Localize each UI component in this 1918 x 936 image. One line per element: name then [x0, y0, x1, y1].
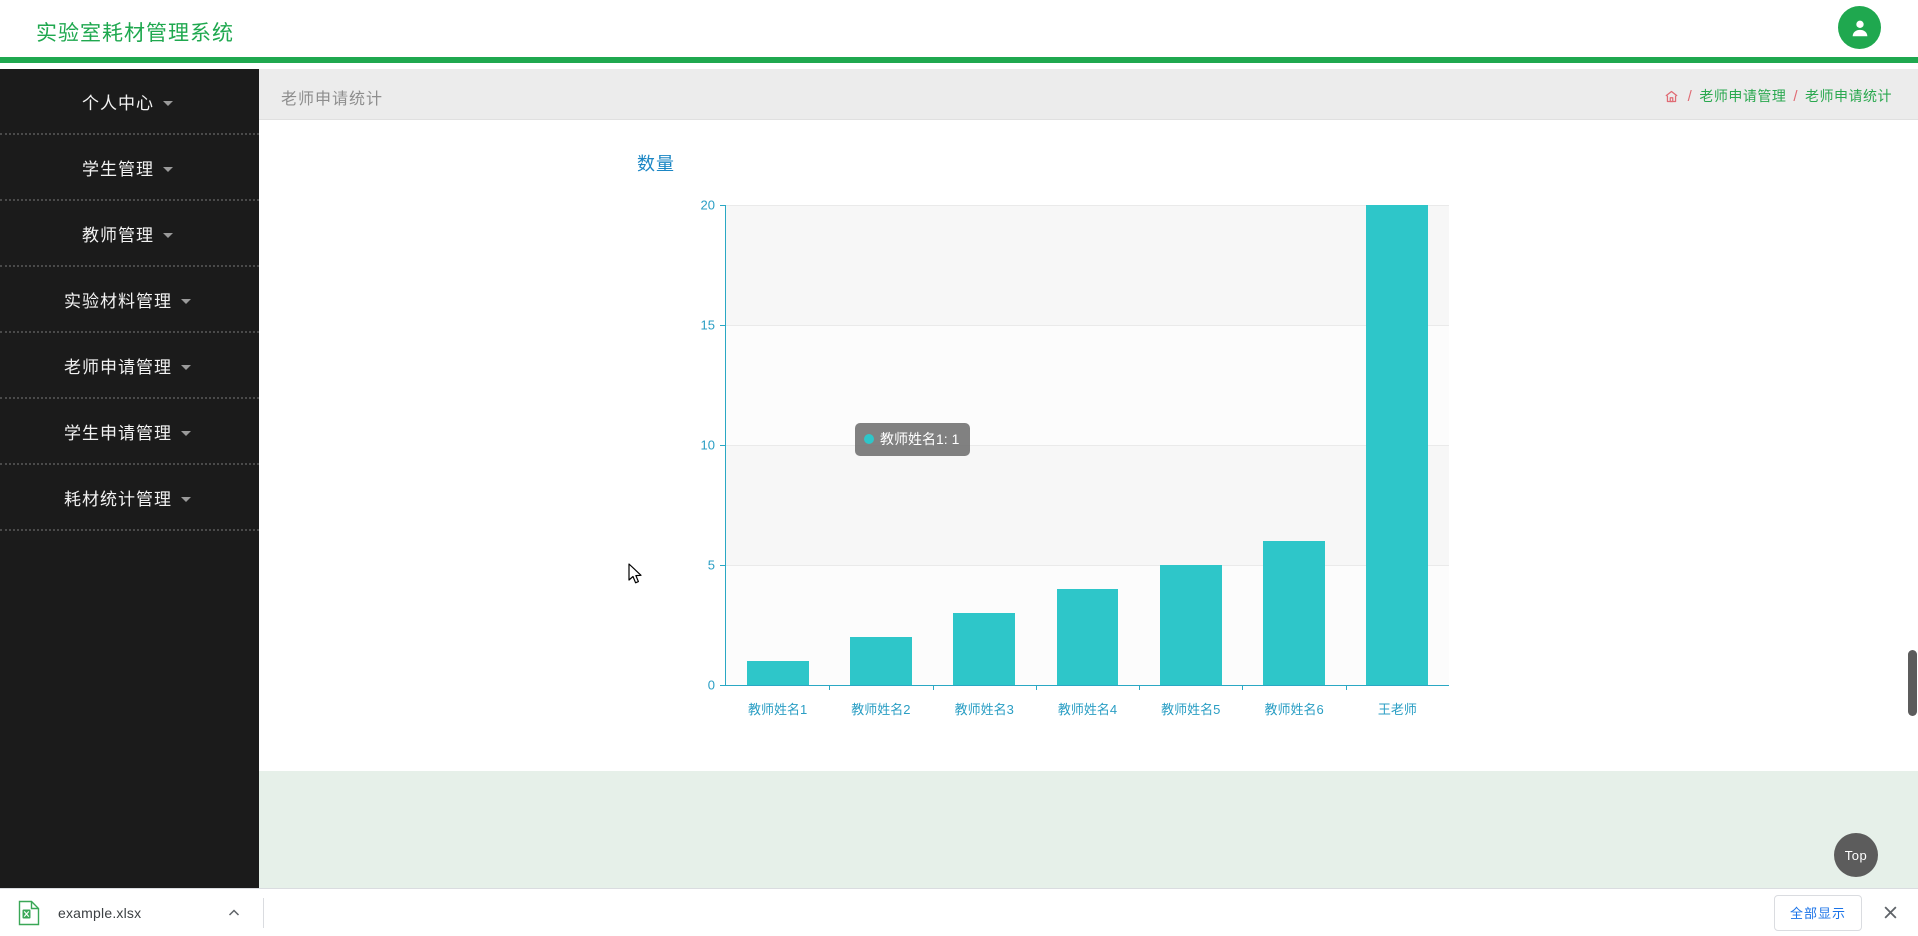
- x-axis-tick-label: 王老师: [1377, 702, 1417, 717]
- breadcrumb-parent-link[interactable]: 老师申请管理: [1699, 86, 1786, 106]
- chart-gridline: [726, 565, 1449, 566]
- shelf-divider: [263, 897, 265, 928]
- download-item[interactable]: example.xlsx: [18, 900, 245, 926]
- x-axis-tick-label: 教师姓名5: [1161, 702, 1221, 717]
- chart-bar[interactable]: [1056, 589, 1119, 685]
- mouse-cursor-icon: [628, 563, 642, 584]
- sidebar: 个人中心 学生管理 教师管理 实验材料管理 老师申请管理 学生申请管理 耗材统计…: [0, 69, 259, 905]
- user-avatar-icon: [1849, 17, 1871, 39]
- chevron-down-icon: [181, 298, 191, 304]
- page-scrollbar[interactable]: [1907, 69, 1918, 905]
- chart-band: [726, 325, 1449, 445]
- sidebar-item-student-application-management[interactable]: 学生申请管理: [0, 399, 259, 465]
- x-axis-tick-mark: [1035, 685, 1037, 690]
- x-axis-tick-mark: [1139, 685, 1141, 690]
- sidebar-item-label: 学生申请管理: [64, 423, 172, 443]
- chevron-down-icon: [181, 364, 191, 370]
- chart-bar[interactable]: [849, 637, 912, 685]
- page-title: 老师申请统计: [281, 91, 384, 108]
- back-to-top-label: Top: [1844, 847, 1868, 863]
- y-axis-tick-mark: [720, 205, 726, 206]
- chart-title: 数量: [637, 154, 675, 174]
- sidebar-item-label: 个人中心: [82, 93, 154, 113]
- sidebar-item-teacher-management[interactable]: 教师管理: [0, 201, 259, 267]
- x-axis-tick-label: 教师姓名4: [1057, 702, 1118, 717]
- y-axis-tick-mark: [720, 325, 726, 326]
- home-icon[interactable]: [1664, 89, 1679, 104]
- x-axis-line: [725, 685, 1449, 686]
- chart-gridline: [726, 445, 1449, 446]
- x-axis-tick-label: 教师姓名2: [851, 702, 911, 717]
- chart-bar[interactable]: [746, 661, 809, 685]
- close-icon[interactable]: [1876, 899, 1904, 927]
- back-to-top-button[interactable]: Top: [1834, 833, 1878, 877]
- chart-bar[interactable]: [1263, 541, 1326, 685]
- content-card: 数量 0 5 10 15 20 教师姓名1 教师姓名2 教师姓名3 教师姓名4 教师姓名5 教师姓名…: [259, 120, 1918, 771]
- sidebar-item-label: 教师管理: [82, 225, 154, 245]
- y-axis-tick-mark: [720, 685, 726, 686]
- sidebar-item-personal-center[interactable]: 个人中心: [0, 69, 259, 135]
- y-axis-tick-label: 20: [700, 197, 715, 213]
- chevron-down-icon: [163, 232, 173, 238]
- chart-band: [726, 205, 1449, 325]
- breadcrumb-separator: /: [1687, 87, 1693, 105]
- chart-bar[interactable]: [953, 613, 1016, 685]
- sidebar-item-label: 学生管理: [82, 159, 154, 179]
- breadcrumb: / 老师申请管理 / 老师申请统计: [1664, 86, 1892, 106]
- avatar[interactable]: [1838, 6, 1881, 49]
- page-body: 数量 0 5 10 15 20 教师姓名1 教师姓名2 教师姓名3 教师姓名4 教师姓名5 教师姓名…: [259, 120, 1918, 905]
- chart-bar[interactable]: [1366, 205, 1429, 685]
- chart-gridline: [726, 205, 1449, 206]
- show-all-downloads-button[interactable]: 全部显示: [1773, 894, 1862, 931]
- x-axis-tick-label: 教师姓名1: [748, 702, 808, 717]
- y-axis-tick-mark: [720, 445, 726, 446]
- chevron-down-icon: [163, 166, 173, 172]
- chart-plot-area: 0 5 10 15 20 教师姓名1 教师姓名2 教师姓名3 教师姓名4 教师姓名5 教师姓名6 王老…: [701, 198, 1449, 717]
- chevron-down-icon: [163, 100, 173, 106]
- chevron-down-icon: [181, 430, 191, 436]
- breadcrumb-separator: /: [1793, 87, 1798, 105]
- x-axis-tick-label: 教师姓名6: [1264, 702, 1324, 717]
- y-axis-tick-label: 15: [700, 317, 715, 333]
- y-axis-tick-label: 0: [707, 677, 715, 693]
- x-axis-tick-mark: [932, 685, 934, 690]
- y-axis-tick-mark: [720, 565, 726, 566]
- app-root: 实验室耗材管理系统 个人中心 学生管理 教师管理 实验材料管理 老师申请管理 学…: [0, 0, 1918, 936]
- sidebar-item-student-management[interactable]: 学生管理: [0, 135, 259, 201]
- top-header: 实验室耗材管理系统: [0, 0, 1918, 63]
- sidebar-item-label: 老师申请管理: [64, 357, 172, 377]
- sidebar-item-lab-material-management[interactable]: 实验材料管理: [0, 267, 259, 333]
- y-axis-tick-label: 10: [700, 437, 715, 453]
- download-file-name: example.xlsx: [58, 904, 142, 921]
- x-axis-tick-label: 教师姓名3: [954, 702, 1014, 717]
- breadcrumb-bar: 老师申请统计 / 老师申请管理 / 老师申请统计: [259, 69, 1918, 120]
- xlsx-file-icon: [18, 900, 40, 926]
- x-axis-tick-mark: [1345, 685, 1347, 690]
- breadcrumb-current: 老师申请统计: [1805, 88, 1892, 104]
- chevron-up-icon[interactable]: [223, 902, 245, 924]
- download-shelf-actions: 全部显示: [1773, 894, 1904, 931]
- app-brand-title: 实验室耗材管理系统: [36, 22, 234, 45]
- teacher-application-bar-chart: 数量 0 5 10 15 20 教师姓名1 教师姓名2 教师姓名3 教师姓名4 教师姓名5 教师姓名…: [259, 120, 1918, 771]
- x-axis-tick-mark: [1242, 685, 1244, 690]
- chart-bar[interactable]: [1159, 565, 1222, 685]
- x-axis-tick-mark: [829, 685, 831, 690]
- chevron-down-icon: [181, 496, 191, 502]
- sidebar-item-label: 实验材料管理: [64, 291, 172, 311]
- sidebar-item-label: 耗材统计管理: [64, 489, 172, 509]
- y-axis-tick-label: 5: [707, 557, 715, 573]
- scrollbar-thumb[interactable]: [1908, 650, 1917, 716]
- download-shelf: example.xlsx 全部显示: [0, 888, 1918, 936]
- sidebar-item-teacher-application-management[interactable]: 老师申请管理: [0, 333, 259, 399]
- chart-band: [726, 445, 1449, 565]
- chart-gridline: [726, 325, 1449, 326]
- sidebar-item-consumable-statistics-management[interactable]: 耗材统计管理: [0, 465, 259, 531]
